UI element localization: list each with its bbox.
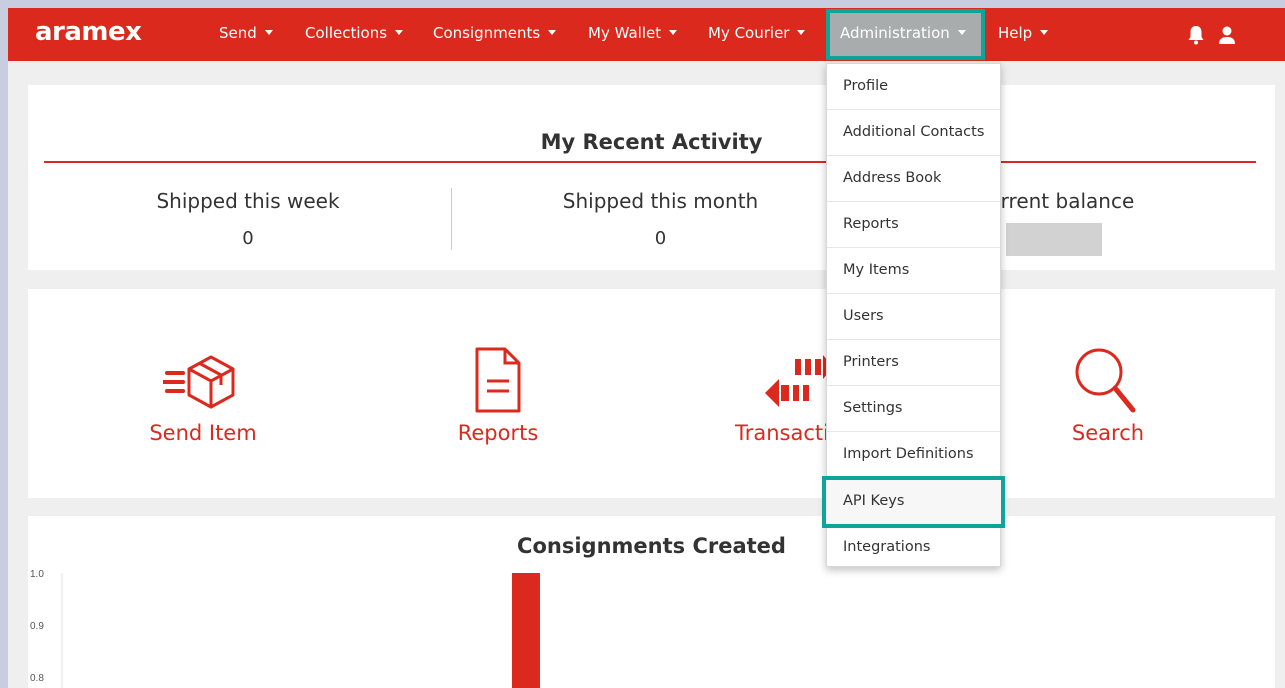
- divider: [451, 188, 452, 250]
- chevron-down-icon: [957, 30, 966, 35]
- menu-item-import-definitions[interactable]: Import Definitions: [827, 432, 1000, 478]
- document-icon[interactable]: [473, 347, 523, 413]
- stat-shipped-month-label: Shipped this month: [562, 189, 759, 213]
- nav-my-courier-label: My Courier: [708, 24, 790, 42]
- nav-help[interactable]: Help: [998, 24, 1049, 42]
- current-balance-value-redacted: [1006, 223, 1102, 256]
- nav-send-label: Send: [219, 24, 257, 42]
- recent-activity-panel: My Recent Activity Shipped this week 0 S…: [28, 85, 1275, 270]
- menu-item-profile[interactable]: Profile: [827, 64, 1000, 110]
- nav-consignments-label: Consignments: [433, 24, 541, 42]
- nav-collections-label: Collections: [305, 24, 388, 42]
- y-tick-label: 1.0: [30, 569, 44, 580]
- nav-collections[interactable]: Collections: [305, 24, 404, 42]
- user-icon[interactable]: [1218, 25, 1236, 45]
- menu-item-users[interactable]: Users: [827, 294, 1000, 340]
- search-icon[interactable]: [1073, 344, 1137, 414]
- chevron-down-icon: [669, 30, 678, 35]
- administration-dropdown-menu: Profile Additional Contacts Address Book…: [822, 63, 1005, 567]
- chevron-down-icon: [264, 30, 273, 35]
- nav-my-wallet[interactable]: My Wallet: [588, 24, 678, 42]
- nav-send[interactable]: Send: [219, 24, 273, 42]
- bell-icon[interactable]: [1187, 25, 1205, 45]
- action-reports-label[interactable]: Reports: [428, 421, 568, 445]
- send-box-icon[interactable]: [163, 351, 243, 411]
- top-navbar: aramex Send Collections Consignments My …: [8, 8, 1285, 61]
- aramex-logo[interactable]: aramex: [35, 17, 142, 47]
- nav-administration[interactable]: Administration: [826, 9, 985, 60]
- nav-administration-label: Administration: [840, 24, 950, 42]
- divider: [44, 161, 1256, 163]
- chevron-down-icon: [395, 30, 404, 35]
- chart-bar[interactable]: [512, 573, 540, 688]
- menu-item-reports[interactable]: Reports: [827, 202, 1000, 248]
- menu-item-api-keys[interactable]: API Keys: [822, 476, 1005, 528]
- menu-item-address-book[interactable]: Address Book: [827, 156, 1000, 202]
- app-window: aramex Send Collections Consignments My …: [8, 8, 1285, 688]
- consignments-chart-panel: Consignments Created 1.0 0.9 0.8: [28, 516, 1275, 688]
- chevron-down-icon: [797, 30, 806, 35]
- stat-current-balance-label: urrent balance: [988, 189, 1135, 213]
- stat-shipped-week-label: Shipped this week: [156, 189, 340, 213]
- recent-activity-title: My Recent Activity: [540, 130, 763, 154]
- stat-shipped-week-value: 0: [242, 228, 254, 249]
- menu-item-settings[interactable]: Settings: [827, 386, 1000, 432]
- transactions-arrows-icon[interactable]: [763, 353, 833, 407]
- chevron-down-icon: [1040, 30, 1049, 35]
- action-send-item-label[interactable]: Send Item: [123, 421, 283, 445]
- chevron-down-icon: [548, 30, 557, 35]
- menu-item-printers[interactable]: Printers: [827, 340, 1000, 386]
- menu-item-integrations[interactable]: Integrations: [827, 525, 1000, 571]
- action-search-label[interactable]: Search: [1048, 421, 1168, 445]
- nav-help-label: Help: [998, 24, 1033, 42]
- consignments-chart: 1.0 0.9 0.8: [30, 569, 540, 688]
- quick-actions-panel: Send Item Reports Transacti Search: [28, 289, 1275, 498]
- y-tick-label: 0.9: [30, 621, 44, 632]
- nav-consignments[interactable]: Consignments: [433, 24, 557, 42]
- nav-my-courier[interactable]: My Courier: [708, 24, 806, 42]
- nav-my-wallet-label: My Wallet: [588, 24, 662, 42]
- y-tick-label: 0.8: [30, 673, 44, 684]
- menu-item-additional-contacts[interactable]: Additional Contacts: [827, 110, 1000, 156]
- menu-item-my-items[interactable]: My Items: [827, 248, 1000, 294]
- stat-shipped-month-value: 0: [654, 228, 667, 249]
